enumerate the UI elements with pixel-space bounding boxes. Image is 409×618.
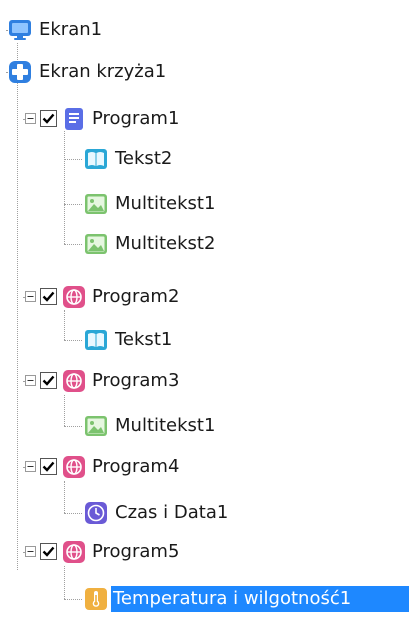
tree-item-multitekst2[interactable]: Multitekst2 (0, 229, 260, 259)
tree-item-label: Ekran1 (39, 19, 103, 40)
collapse-toggle[interactable] (25, 375, 36, 386)
image-icon (85, 234, 107, 254)
tree-item-label: Program5 (92, 541, 180, 562)
collapse-toggle[interactable] (25, 461, 36, 472)
tree-item-program4[interactable]: Program4 (0, 452, 260, 482)
tree-item-label: Multitekst1 (115, 415, 216, 436)
document-icon (65, 108, 83, 130)
globe-icon (63, 370, 85, 392)
tree-item-label: Program1 (92, 108, 180, 129)
tree-item-multitekst1[interactable]: Multitekst1 (0, 189, 260, 219)
tree-item-temperatura-i-wilgotnosc1[interactable]: Temperatura i wilgotność1 (0, 584, 409, 614)
plus-icon (9, 61, 31, 83)
book-icon (85, 330, 107, 350)
tree-item-label: Multitekst2 (115, 233, 216, 254)
tree-item-label: Program2 (92, 286, 180, 307)
tree-item-label: Tekst1 (115, 329, 173, 350)
program2-checkbox[interactable] (40, 288, 57, 305)
tree-item-label: Tekst2 (115, 148, 173, 169)
book-icon (85, 149, 107, 169)
tree-item-label: Program4 (92, 456, 180, 477)
tree-item-label: Czas i Data1 (115, 502, 229, 523)
program5-checkbox[interactable] (40, 543, 57, 560)
globe-icon (63, 286, 85, 308)
tree-item-label: Multitekst1 (115, 193, 216, 214)
checkmark-icon (42, 375, 55, 386)
tree-item-program2[interactable]: Program2 (0, 282, 260, 312)
tree-item-label: Program3 (92, 370, 180, 391)
tree-item-program5[interactable]: Program5 (0, 537, 260, 567)
tree-item-tekst1[interactable]: Tekst1 (0, 325, 230, 355)
minus-icon (27, 296, 34, 297)
program1-checkbox[interactable] (40, 110, 57, 127)
globe-icon (63, 541, 85, 563)
minus-icon (27, 466, 34, 467)
tree-item-label-selected: Temperatura i wilgotność1 (111, 586, 409, 612)
image-icon (85, 194, 107, 214)
tree-item-label: Ekran krzyża1 (39, 61, 167, 82)
tree-item-czas-i-data1[interactable]: Czas i Data1 (0, 498, 260, 528)
checkmark-icon (42, 546, 55, 557)
program3-checkbox[interactable] (40, 372, 57, 389)
image-icon (85, 416, 107, 436)
minus-icon (27, 551, 34, 552)
checkmark-icon (42, 291, 55, 302)
clock-icon (85, 502, 107, 524)
tree-item-program3[interactable]: Program3 (0, 366, 260, 396)
thermometer-icon (85, 588, 107, 610)
project-tree: Ekran1 Ekran krzyża1 Program1 Tekst2 Mul… (0, 0, 409, 618)
minus-icon (27, 118, 34, 119)
globe-icon (63, 456, 85, 478)
checkmark-icon (42, 113, 55, 124)
tree-item-ekran1[interactable]: Ekran1 (0, 15, 200, 45)
collapse-toggle[interactable] (25, 546, 36, 557)
minus-icon (27, 380, 34, 381)
program4-checkbox[interactable] (40, 458, 57, 475)
monitor-icon (9, 20, 31, 40)
checkmark-icon (42, 461, 55, 472)
tree-item-ekran-krzyza1[interactable]: Ekran krzyża1 (0, 57, 240, 87)
tree-item-program1[interactable]: Program1 (0, 104, 260, 134)
collapse-toggle[interactable] (25, 113, 36, 124)
tree-item-multitekst1[interactable]: Multitekst1 (0, 411, 260, 441)
collapse-toggle[interactable] (25, 291, 36, 302)
tree-item-tekst2[interactable]: Tekst2 (0, 144, 230, 174)
